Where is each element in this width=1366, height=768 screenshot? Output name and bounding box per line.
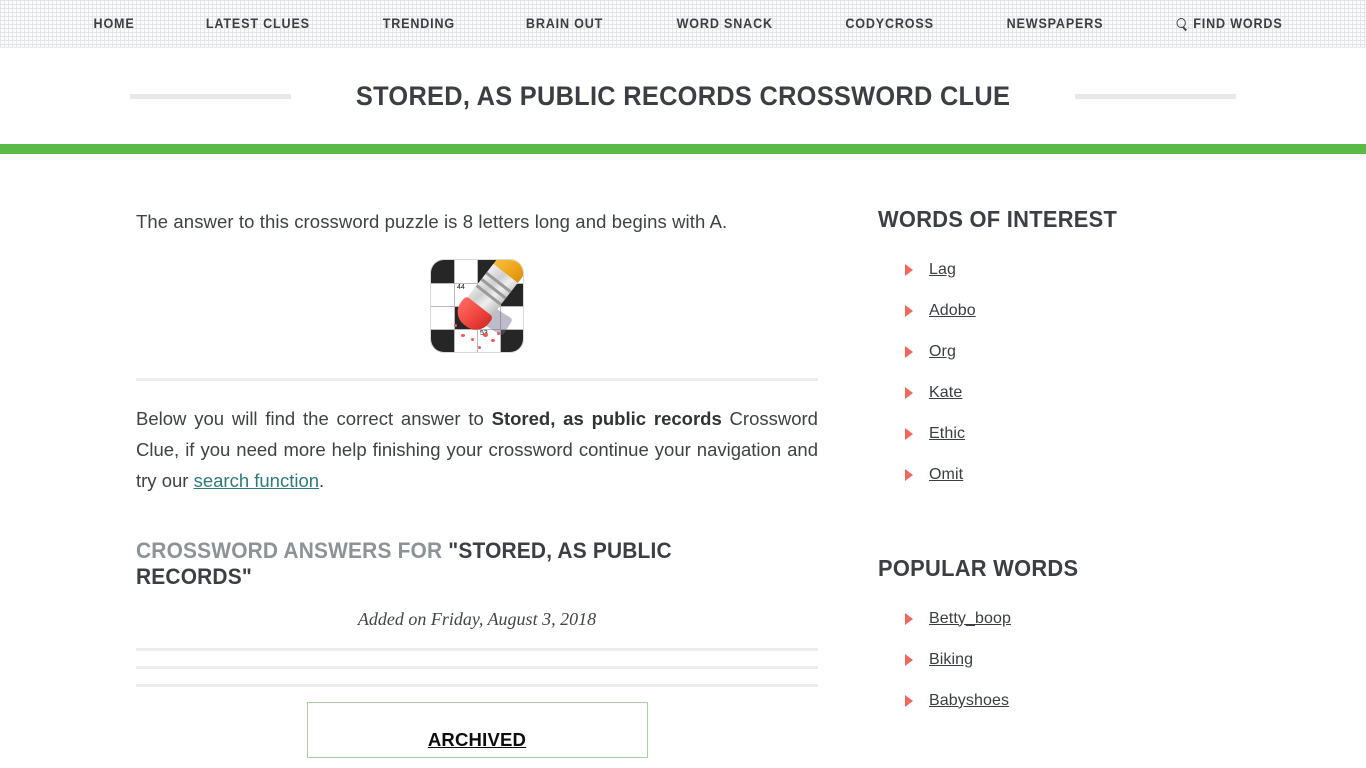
answer-divider — [136, 648, 818, 651]
intro-paragraph: The answer to this crossword puzzle is 8… — [136, 211, 728, 232]
nav-item-find-words[interactable]: FIND WORDS — [1146, 16, 1301, 31]
body-paragraph: Below you will find the correct answer t… — [136, 403, 818, 496]
nav-item-brain-out[interactable]: BRAIN OUT — [496, 16, 635, 31]
page-title-band: STORED, AS PUBLIC RECORDS CROSSWORD CLUE — [0, 48, 1366, 144]
answer-divider — [136, 666, 818, 669]
sidebar-link-babyshoes[interactable]: Babyshoes — [929, 692, 1009, 710]
nav-item-label: TRENDING — [382, 16, 455, 31]
sidebar-link-biking[interactable]: Biking — [929, 651, 973, 669]
list-item[interactable]: Lag — [878, 249, 1163, 290]
nav-item-label: BRAIN OUT — [526, 16, 604, 31]
sidebar-link-ethic[interactable]: Ethic — [929, 425, 965, 443]
list-item[interactable]: Kate — [878, 372, 1163, 413]
clue-name-bold: Stored, as public records — [491, 408, 722, 429]
nav-item-label: LATEST CLUES — [205, 16, 310, 31]
page-content: The answer to this crossword puzzle is 8… — [0, 154, 1366, 758]
nav-item-trending[interactable]: TRENDING — [352, 16, 486, 31]
list-item[interactable]: Biking — [878, 639, 1163, 680]
nav-list: HOME LATEST CLUES TRENDING BRAIN OUT WOR… — [59, 16, 1307, 31]
triangle-bullet-icon — [905, 694, 913, 707]
sidebar-list: Lag Adobo Org Kate Ethic Omit — [878, 249, 1163, 495]
sidebar-link-org[interactable]: Org — [929, 343, 956, 361]
body-text-part-3: . — [319, 470, 325, 491]
sidebar-link-lag[interactable]: Lag — [929, 261, 956, 279]
sidebar-link-betty-boop[interactable]: Betty_boop — [929, 610, 1011, 628]
triangle-bullet-icon — [905, 653, 913, 666]
list-item[interactable]: Babyshoes — [878, 680, 1163, 721]
nav-item-home[interactable]: HOME — [63, 16, 165, 31]
sidebar-heading: POPULAR WORDS — [878, 555, 1079, 581]
triangle-bullet-icon — [905, 345, 913, 358]
answer-dividers — [136, 648, 818, 687]
sidebar-section-popular-words: POPULAR WORDS Betty_boop Biking Babyshoe… — [878, 555, 1163, 721]
main-navigation: HOME LATEST CLUES TRENDING BRAIN OUT WOR… — [0, 0, 1366, 48]
sidebar: WORDS OF INTEREST Lag Adobo Org Kate Eth… — [818, 154, 1163, 758]
sidebar-heading: WORDS OF INTEREST — [878, 206, 1118, 232]
search-function-link[interactable]: search function — [194, 470, 319, 491]
body-text-part-1: Below you will find the correct answer t… — [136, 408, 492, 429]
archived-answer-label[interactable]: ARCHIVED — [428, 729, 526, 751]
nav-item-latest-clues[interactable]: LATEST CLUES — [175, 16, 340, 31]
puzzle-icon-wrapper: 44 53 — [136, 259, 818, 353]
added-on-date: Added on Friday, August 3, 2018 — [357, 609, 597, 629]
sidebar-list: Betty_boop Biking Babyshoes — [878, 598, 1163, 721]
nav-item-codycross[interactable]: CODYCROSS — [815, 16, 965, 31]
nav-item-label: NEWSPAPERS — [1006, 16, 1104, 31]
triangle-bullet-icon — [905, 612, 913, 625]
nav-item-label: FIND WORDS — [1193, 16, 1283, 31]
nav-item-label: WORD SNACK — [676, 16, 773, 31]
triangle-bullet-icon — [905, 304, 913, 317]
page-title: STORED, AS PUBLIC RECORDS CROSSWORD CLUE — [355, 80, 1011, 111]
sidebar-link-kate[interactable]: Kate — [929, 384, 962, 402]
nav-item-label: HOME — [93, 16, 135, 31]
search-icon — [1176, 17, 1188, 30]
triangle-bullet-icon — [905, 263, 913, 276]
answers-heading-prefix: CROSSWORD ANSWERS FOR — [136, 538, 449, 563]
sidebar-section-words-of-interest: WORDS OF INTEREST Lag Adobo Org Kate Eth… — [878, 206, 1163, 495]
answers-heading: CROSSWORD ANSWERS FOR "STORED, AS PUBLIC… — [136, 538, 784, 590]
title-rule-left — [130, 93, 291, 99]
nav-item-label: CODYCROSS — [845, 16, 934, 31]
archived-answer-card[interactable]: ARCHIVED — [306, 702, 648, 758]
sidebar-link-omit[interactable]: Omit — [929, 466, 963, 484]
list-item[interactable]: Omit — [878, 454, 1163, 495]
list-item[interactable]: Org — [878, 331, 1163, 372]
triangle-bullet-icon — [905, 386, 913, 399]
title-rule-right — [1075, 93, 1237, 99]
main-column: The answer to this crossword puzzle is 8… — [136, 154, 818, 758]
accent-bar — [0, 144, 1366, 154]
puzzle-cell-number-1: 44 — [457, 284, 465, 291]
triangle-bullet-icon — [905, 427, 913, 440]
content-divider — [136, 378, 818, 381]
nav-item-newspapers[interactable]: NEWSPAPERS — [976, 16, 1134, 31]
nav-item-word-snack[interactable]: WORD SNACK — [645, 16, 803, 31]
list-item[interactable]: Betty_boop — [878, 598, 1163, 639]
answer-divider — [136, 684, 818, 687]
list-item[interactable]: Adobo — [878, 290, 1163, 331]
crossword-pencil-icon: 44 53 — [430, 259, 524, 353]
sidebar-link-adobo[interactable]: Adobo — [929, 302, 976, 320]
triangle-bullet-icon — [905, 468, 913, 481]
list-item[interactable]: Ethic — [878, 413, 1163, 454]
